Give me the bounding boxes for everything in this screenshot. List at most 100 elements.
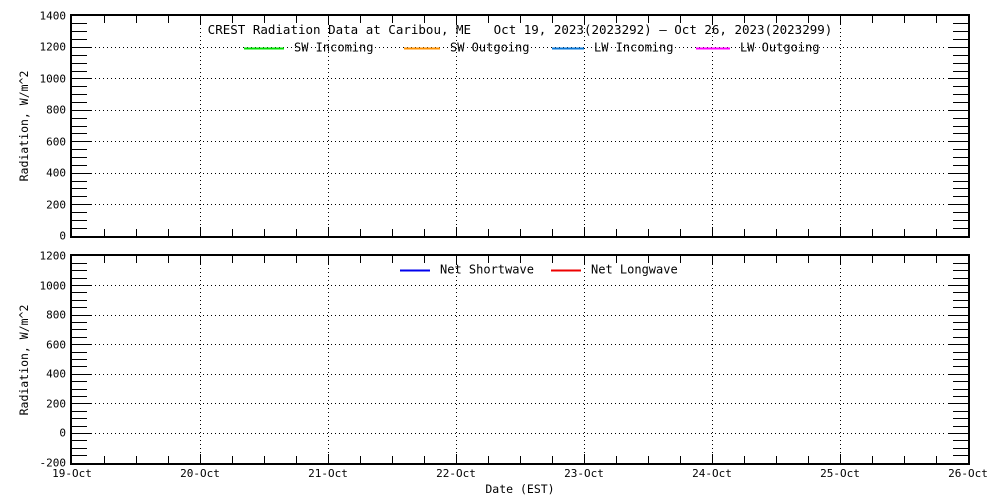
y-tick [72, 366, 87, 367]
y-tick-label: 0 [26, 231, 66, 242]
y-tick [948, 110, 968, 111]
y-tick [953, 411, 968, 412]
x-tick-label: 19-Oct [52, 468, 92, 479]
y-tick [72, 278, 87, 279]
y-tick-label: 400 [26, 168, 66, 179]
legend-swatch-lw-incoming [552, 47, 584, 49]
y-tick [72, 359, 87, 360]
radiation-chart-figure: CREST Radiation Data at Caribou, ME Oct … [0, 0, 1000, 500]
y-tick [948, 141, 968, 142]
x-tick [296, 456, 297, 463]
y-tick [72, 381, 87, 382]
grid-line-h [95, 344, 945, 345]
x-tick [744, 456, 745, 463]
y-tick [72, 411, 87, 412]
grid-line-v [712, 256, 713, 463]
x-tick [264, 229, 265, 236]
x-tick [360, 256, 361, 263]
y-tick [953, 359, 968, 360]
y-tick [948, 47, 968, 48]
x-tick [776, 456, 777, 463]
y-tick-label: 1200 [26, 42, 66, 53]
grid-line-v [328, 256, 329, 463]
y-tick-label: 1000 [26, 280, 66, 291]
y-tick [948, 315, 968, 316]
y-tick [948, 204, 968, 205]
grid-line-v [584, 256, 585, 463]
legend-label: LW Outgoing [740, 42, 819, 55]
x-tick [744, 229, 745, 236]
x-tick-label: 23-Oct [564, 468, 604, 479]
x-tick [552, 256, 553, 263]
x-tick [168, 256, 169, 263]
x-tick [680, 256, 681, 263]
grid-line-v [200, 16, 201, 236]
x-tick [936, 456, 937, 463]
x-tick [136, 229, 137, 236]
y-tick [948, 173, 968, 174]
y-tick [72, 63, 87, 64]
x-tick [392, 256, 393, 263]
legend-item: SW Incoming [244, 42, 373, 55]
y-tick [953, 39, 968, 40]
legend-item: SW Outgoing [404, 42, 529, 55]
x-tick-label: 20-Oct [180, 468, 220, 479]
legend-label: SW Outgoing [450, 42, 529, 55]
x-tick [232, 256, 233, 263]
y-tick [953, 292, 968, 293]
x-tick [680, 229, 681, 236]
y-tick [948, 374, 968, 375]
y-tick [72, 292, 87, 293]
legend-item: Net Shortwave [400, 264, 534, 277]
x-tick [552, 229, 553, 236]
y-tick [72, 220, 87, 221]
legend-label: LW Incoming [594, 42, 673, 55]
y-tick [72, 270, 87, 271]
y-tick [72, 433, 92, 434]
y-tick [72, 78, 92, 79]
y-tick [72, 47, 92, 48]
y-tick [953, 278, 968, 279]
grid-line-h [95, 110, 945, 111]
legend-swatch-lw-outgoing [696, 47, 730, 49]
y-tick [953, 300, 968, 301]
y-tick [72, 352, 87, 353]
y-tick [72, 307, 87, 308]
y-tick [953, 381, 968, 382]
x-tick [104, 256, 105, 263]
y-tick-label: 1000 [26, 73, 66, 84]
x-tick [936, 16, 937, 23]
y-tick [72, 396, 87, 397]
y-tick-label: 0 [26, 428, 66, 439]
net-radiation-panel: -20002004006008001000120019-Oct20-Oct21-… [70, 254, 970, 465]
y-tick [953, 220, 968, 221]
x-tick [520, 456, 521, 463]
y-tick-label: 1400 [26, 11, 66, 22]
x-tick [808, 229, 809, 236]
y-tick [72, 173, 92, 174]
x-tick [392, 456, 393, 463]
y-tick [72, 165, 87, 166]
y-tick [953, 263, 968, 264]
grid-line-h [95, 403, 945, 404]
y-tick [72, 285, 92, 286]
x-tick [680, 456, 681, 463]
grid-line-h [95, 315, 945, 316]
x-tick [648, 229, 649, 236]
y-tick [72, 329, 87, 330]
y-tick [72, 418, 87, 419]
y-tick-label: 1200 [26, 251, 66, 262]
y-tick [953, 329, 968, 330]
x-tick [936, 256, 937, 263]
grid-line-v [200, 256, 201, 463]
top-radiation-panel: CREST Radiation Data at Caribou, ME Oct … [70, 14, 970, 238]
x-tick [168, 456, 169, 463]
legend-swatch-sw-outgoing [404, 47, 440, 49]
y-tick [72, 110, 92, 111]
y-tick [953, 440, 968, 441]
y-tick [72, 300, 87, 301]
y-tick [72, 133, 87, 134]
y-tick [948, 78, 968, 79]
y-tick [953, 366, 968, 367]
y-tick [72, 149, 87, 150]
